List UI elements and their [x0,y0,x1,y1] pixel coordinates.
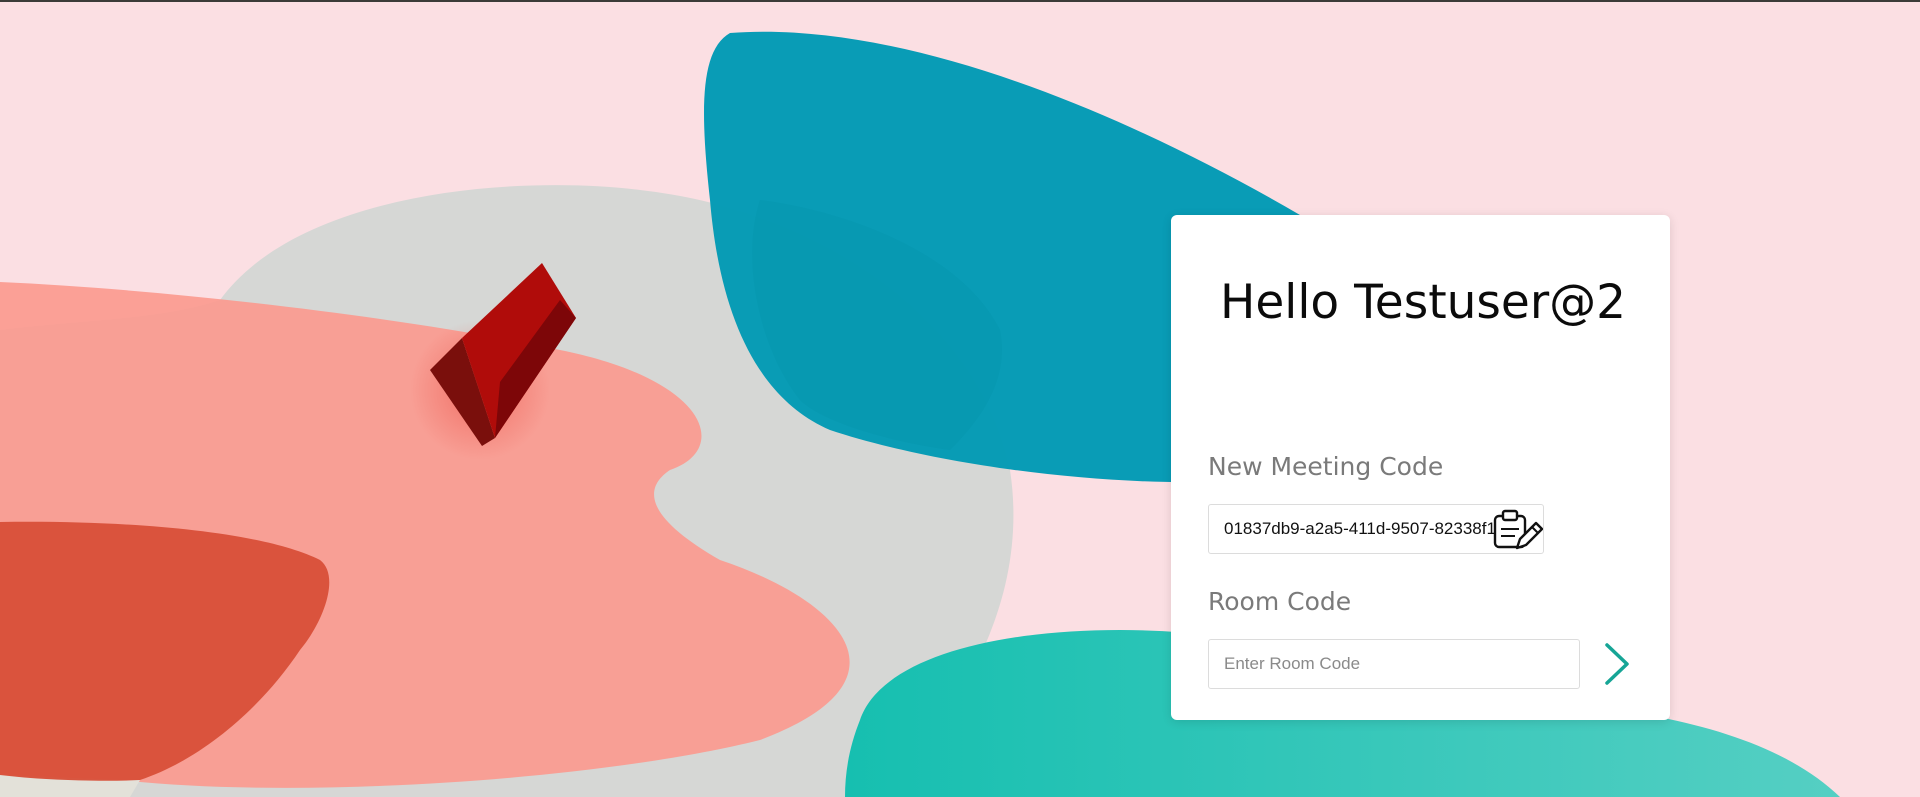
join-card: Hello Testuser@2 New Meeting Code 01837d… [1171,215,1670,720]
room-code-label: Room Code [1208,587,1352,616]
new-meeting-code-label: New Meeting Code [1208,452,1444,481]
join-room-button[interactable] [1591,639,1641,689]
chevron-right-icon [1605,643,1629,685]
room-code-input[interactable] [1208,639,1580,689]
greeting-title: Hello Testuser@2 [1220,275,1627,330]
clipboard-edit-icon[interactable] [1493,505,1544,553]
